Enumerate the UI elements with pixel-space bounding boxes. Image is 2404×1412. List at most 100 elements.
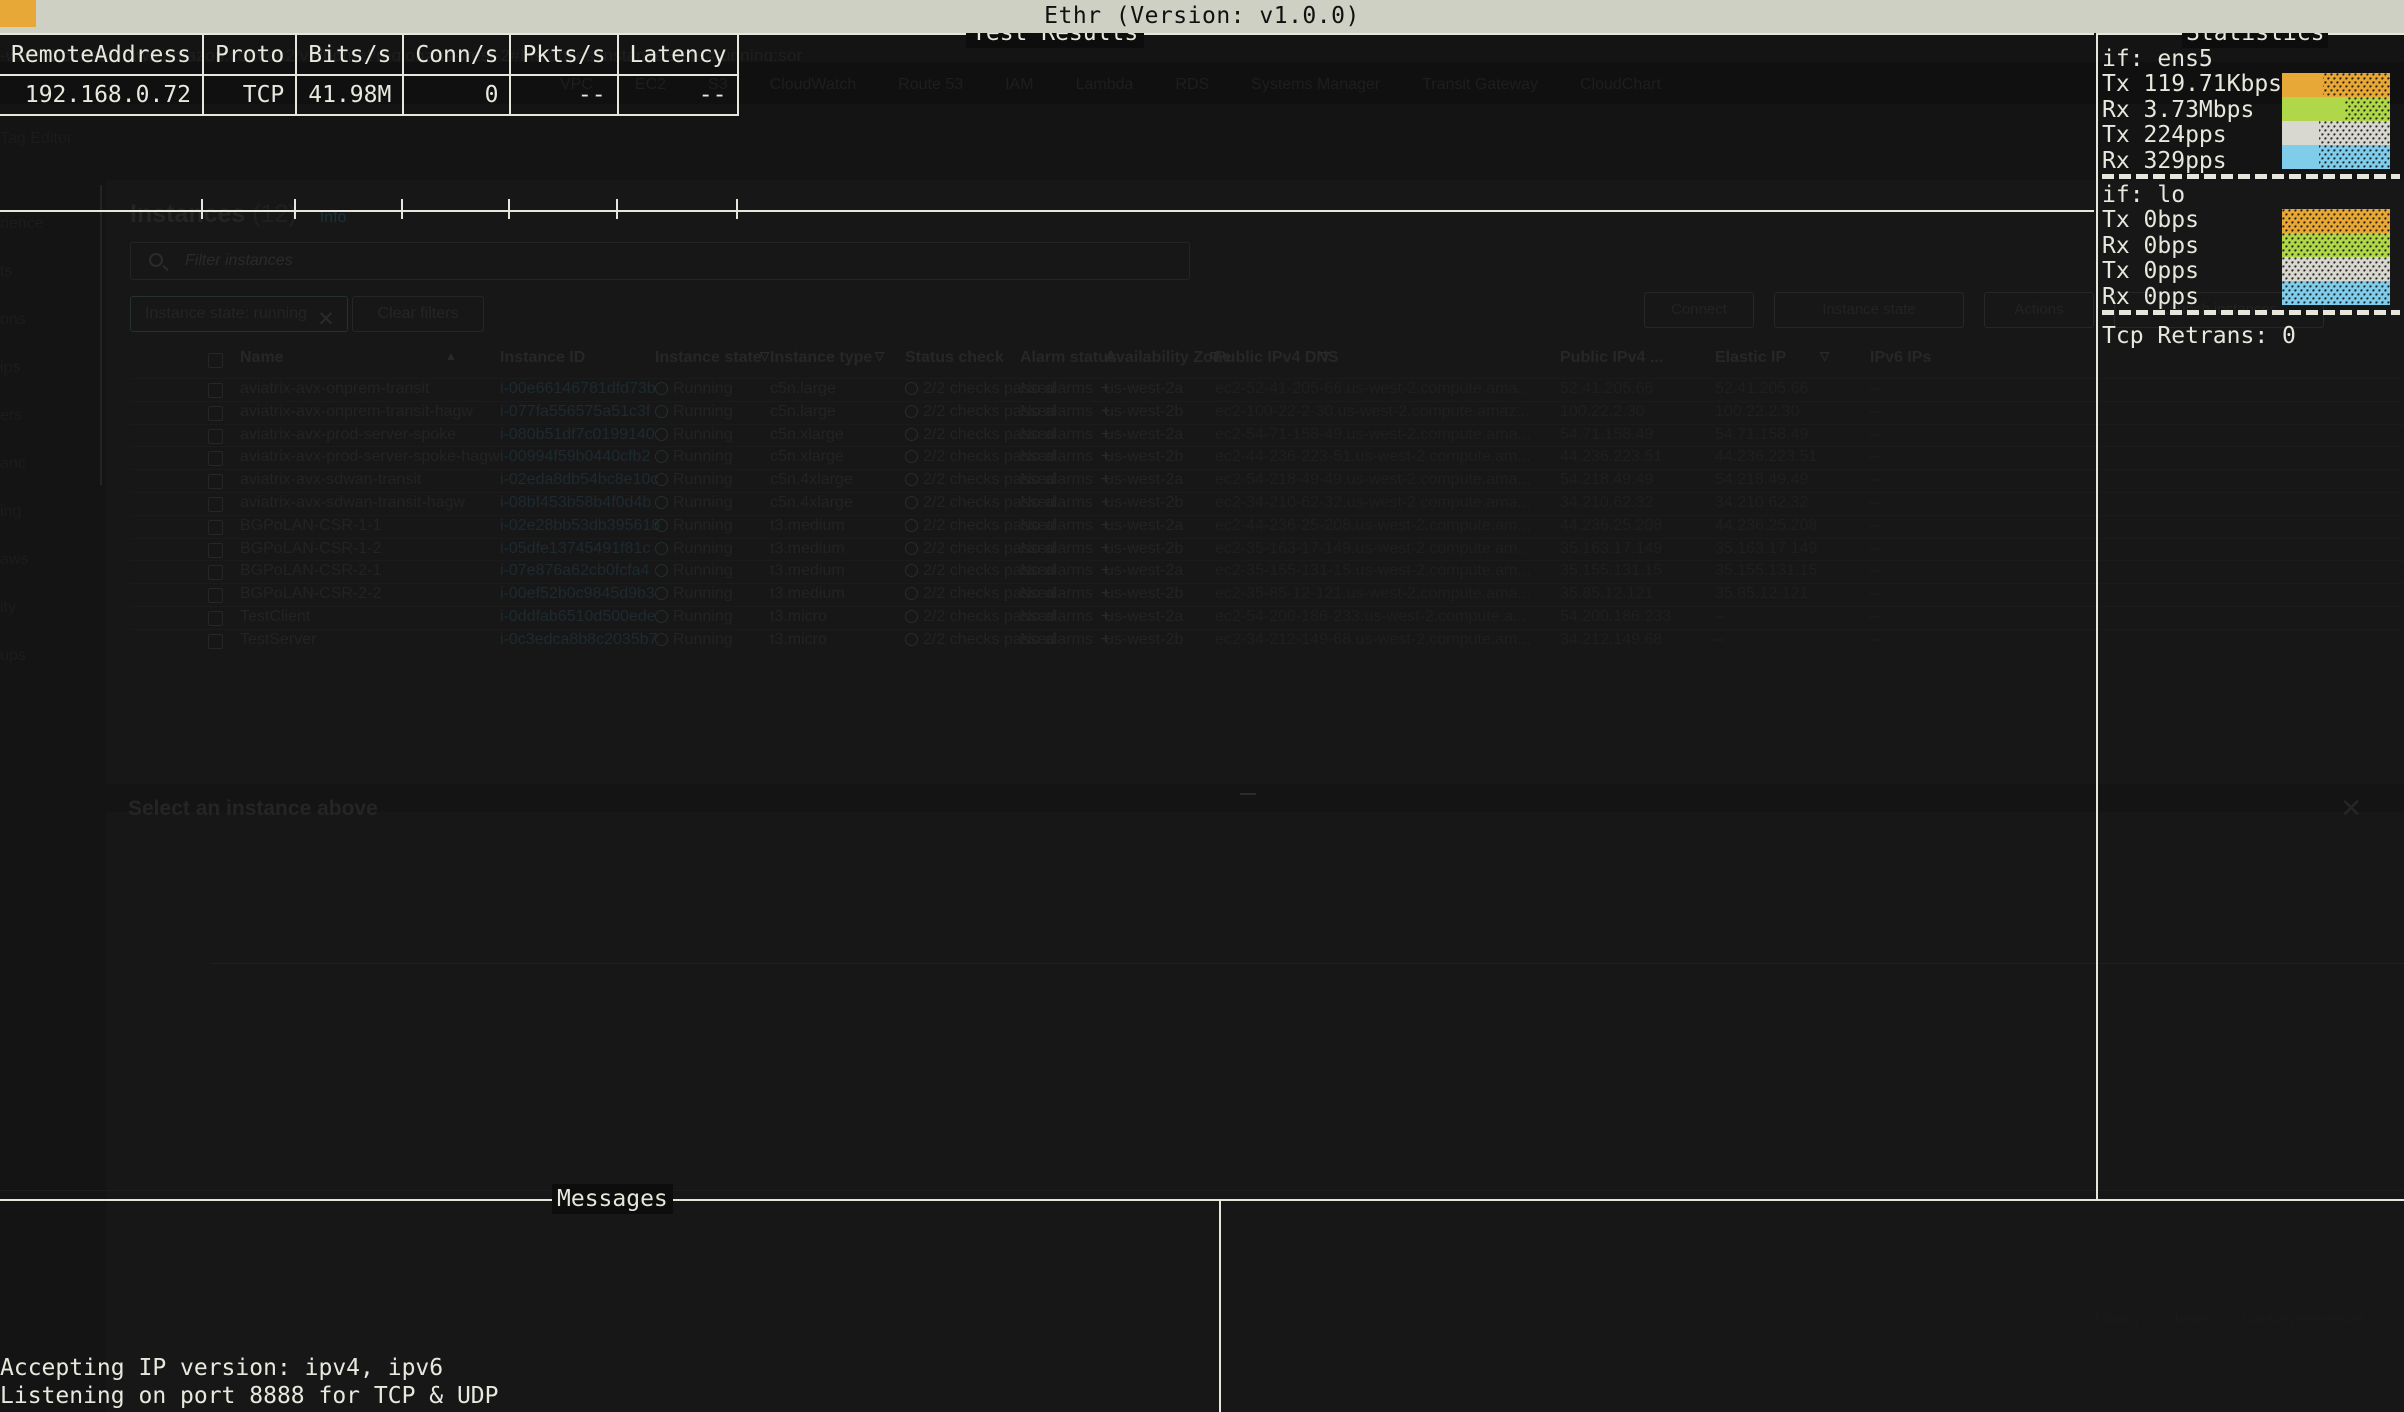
row-checkbox[interactable] [208, 565, 223, 581]
sidebar-item[interactable]: anc [0, 455, 100, 473]
status-ok-icon [655, 404, 668, 418]
sparkline-bar [2282, 257, 2390, 281]
ec2-column-header[interactable]: Elastic IP [1715, 349, 1786, 367]
table-row[interactable]: aviatrix-avx-prod-server-spoke-hagw i-009… [130, 446, 2404, 469]
select-all-checkbox[interactable] [208, 353, 223, 368]
row-checkbox[interactable] [208, 428, 223, 444]
aws-sidebar[interactable]: rience ts ons ips ers anc ing aws ity ups [0, 185, 100, 1192]
table-cell: Running [655, 380, 733, 398]
table-row[interactable]: TestServer i-0c3edca8b8c2035b7 Running t3.m… [130, 628, 2404, 652]
table-cell: i-080b51df7c0199140 [500, 425, 655, 443]
table-row[interactable]: BGPoLAN-CSR-1-1 i-02e28bb53db395618 Runnin… [130, 514, 2404, 538]
table-cell: No alarms + [1020, 539, 1111, 557]
ec2-column-header[interactable]: Instance ID [500, 349, 585, 367]
resizer-handle-icon[interactable] [1240, 793, 1256, 795]
sort-caret-icon[interactable]: ▽ [875, 349, 884, 363]
row-checkbox[interactable] [208, 588, 223, 604]
table-row[interactable]: BGPoLAN-CSR-1-2 i-05dfe13745491f81c Runnin… [130, 537, 2404, 561]
table-cell: – [1870, 380, 1879, 397]
errors-top-border [1219, 1199, 2404, 1201]
test-results-bottom-border [0, 210, 2094, 212]
row-checkbox[interactable] [208, 519, 223, 535]
table-cell: c5n.xlarge [770, 448, 844, 466]
sidebar-item[interactable]: ing [0, 503, 100, 521]
sidebar-item[interactable]: ts [0, 263, 100, 281]
table-row[interactable]: aviatrix-avx-sdwan-transit-hagw i-08bf453… [130, 491, 2404, 515]
sparkline-dot-texture [2282, 281, 2390, 305]
row-checkbox[interactable] [208, 451, 223, 467]
table-cell: us-west-2b [1105, 493, 1184, 511]
sort-caret-icon[interactable]: ▽ [1320, 349, 1329, 363]
row-checkbox[interactable] [208, 610, 223, 626]
table-row[interactable]: BGPoLAN-CSR-2-2 i-00ef52b0c9845d9b3 Runnin… [130, 583, 2404, 606]
toolbar-button[interactable]: Instance state [1774, 292, 1964, 328]
footer-divider [0, 1190, 2404, 1191]
sort-caret-icon[interactable]: ▲ [445, 349, 457, 363]
detail-pane-resizer[interactable] [106, 784, 2404, 812]
table-row[interactable]: BGPoLAN-CSR-2-1 i-07e876a62cb0fcfa4 Runnin… [130, 560, 2404, 583]
clear-filters-button[interactable]: Clear filters [352, 296, 484, 332]
row-checkbox[interactable] [208, 383, 223, 398]
ec2-column-header[interactable]: Status check [905, 349, 1004, 367]
sidebar-item[interactable]: aws [0, 551, 100, 569]
test-results-col-pkts-s: Pkts/s [510, 35, 619, 76]
table-row[interactable]: aviatrix-avx-sdwan-transit i-02eda8db54bc… [130, 469, 2404, 492]
status-ok-icon [655, 632, 668, 646]
messages-panel: Messages Accepting IP version: ipv4, ipv… [0, 1184, 1219, 1412]
table-cell: aviatrix-avx-onprem-transit [240, 380, 430, 397]
table-body: aviatrix-avx-onprem-transit i-00e66146781… [130, 378, 2404, 652]
row-checkbox[interactable] [208, 405, 223, 421]
errors-panel: Errors [1219, 1199, 2404, 1412]
table-cell: aviatrix-avx-sdwan-transit [240, 471, 422, 489]
ec2-column-header[interactable]: Instance state [655, 349, 762, 367]
interface-name: if: lo [2102, 182, 2186, 208]
toolbar-button[interactable]: Connect [1644, 292, 1754, 328]
row-checkbox[interactable] [208, 633, 223, 649]
table-cell: t3.micro [770, 630, 827, 648]
table-cell: 44.236.25.208 [1715, 516, 1818, 534]
status-ok-icon [655, 541, 668, 555]
table-cell: us-west-2a [1105, 516, 1184, 534]
table-cell: – [1870, 562, 1879, 580]
status-ok-icon [655, 450, 668, 464]
test-results-cell: -- [510, 75, 619, 116]
sidebar-item[interactable]: rience [0, 215, 100, 233]
table-cell: us-west-2b [1105, 402, 1184, 420]
table-cell: Running [655, 631, 733, 649]
sparkline-solid-fill [2282, 97, 2345, 121]
ec2-column-header[interactable]: IPv6 IPs [1870, 349, 1931, 367]
sidebar-item[interactable]: ers [0, 407, 100, 425]
ec2-column-header[interactable]: Public IPv4 ... [1560, 349, 1663, 367]
table-cell: 52.41.205.66 [1560, 380, 1654, 397]
test-results-cell: 41.98M [296, 75, 405, 116]
table-row[interactable]: TestClient i-0ddfab6510d500ede Running t3.m… [130, 605, 2404, 629]
filter-instances-input[interactable]: Filter instances [130, 242, 1190, 280]
sidebar-item[interactable]: ity [0, 599, 100, 617]
row-checkbox[interactable] [208, 496, 223, 512]
table-row[interactable]: aviatrix-avx-onprem-transit i-00e66146781… [130, 378, 2404, 401]
status-ok-icon [655, 609, 668, 623]
ec2-column-header[interactable]: Name [240, 349, 284, 367]
filter-chip-instance-state[interactable]: Instance state: running ✕ [130, 296, 348, 332]
statistics-separator [2102, 174, 2400, 179]
ec2-column-header[interactable]: Alarm status [1020, 349, 1117, 367]
toolbar-button[interactable]: Actions [1984, 292, 2094, 328]
table-row[interactable]: aviatrix-avx-onprem-transit-hagw i-077fa5… [130, 400, 2404, 424]
table-row[interactable]: aviatrix-avx-prod-server-spoke i-080b51df… [130, 423, 2404, 447]
sidebar-item[interactable]: ons [0, 311, 100, 329]
row-checkbox[interactable] [208, 474, 223, 490]
message-line: Accepting IP version: ipv4, ipv6 [0, 1355, 444, 1381]
sort-caret-icon[interactable]: ▽ [760, 349, 769, 363]
sparkline-bar [2282, 97, 2390, 121]
ec2-column-header[interactable]: Instance type [770, 349, 872, 367]
sidebar-item[interactable]: ups [0, 647, 100, 665]
sidebar-item[interactable]: ips [0, 359, 100, 377]
sort-caret-icon[interactable]: ▽ [1820, 349, 1829, 363]
statistics-panel: Statistics if: ens5 Tx 119.71Kbps Rx 3.73M… [2096, 18, 2404, 1199]
table-cell: i-02e28bb53db395618 [500, 516, 661, 534]
close-icon[interactable]: ✕ [317, 303, 335, 337]
table-cell: 44.236.223.51 [1560, 448, 1663, 466]
status-ok-icon [905, 518, 918, 532]
row-checkbox[interactable] [208, 542, 223, 558]
table-cell: – [1870, 630, 1879, 648]
